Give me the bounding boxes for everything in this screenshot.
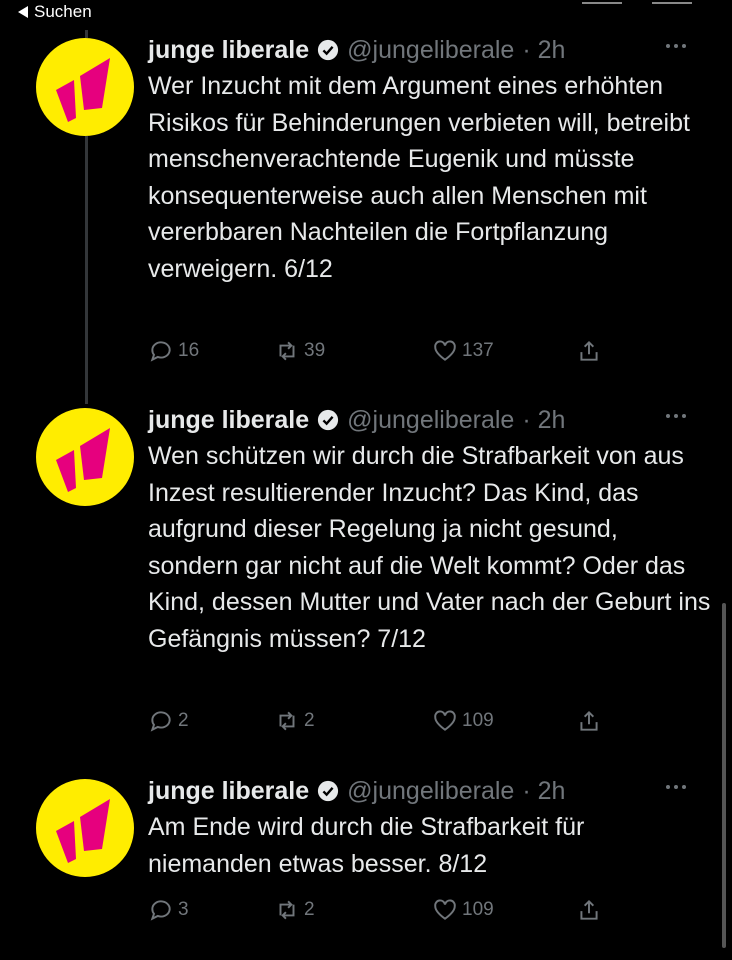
like-icon bbox=[434, 899, 456, 920]
verified-icon bbox=[318, 780, 339, 802]
signal-icon bbox=[582, 0, 622, 4]
tweet-actions: 2 2 109 bbox=[148, 708, 608, 740]
share-icon bbox=[580, 340, 598, 361]
like-icon bbox=[434, 340, 456, 361]
avatar[interactable] bbox=[36, 408, 134, 506]
reply-icon bbox=[150, 341, 171, 362]
retweet-count: 39 bbox=[304, 340, 326, 361]
reply-button[interactable]: 16 bbox=[148, 338, 199, 364]
more-icon[interactable] bbox=[666, 785, 686, 789]
author-name[interactable]: junge liberale bbox=[148, 777, 309, 806]
tweet-time: · 2h bbox=[522, 405, 566, 434]
retweet-button[interactable]: 39 bbox=[274, 338, 325, 364]
tweet-text: Wer Inzucht mit dem Argument eines erhöh… bbox=[148, 72, 690, 283]
like-count: 109 bbox=[462, 710, 494, 731]
jungeliberale-logo-icon bbox=[56, 58, 110, 122]
back-arrow-icon bbox=[18, 6, 28, 18]
tweet-body: junge liberale @jungeliberale · 2h Wen s… bbox=[148, 404, 712, 657]
reply-button[interactable]: 2 bbox=[148, 708, 189, 734]
tweet-body: junge liberale @jungeliberale · 2h Wer I… bbox=[148, 34, 712, 287]
thread-line bbox=[85, 136, 88, 404]
share-icon bbox=[580, 710, 598, 731]
reply-count: 2 bbox=[178, 710, 189, 731]
tweet-body: junge liberale @jungeliberale · 2h Am En… bbox=[148, 775, 712, 882]
author-handle[interactable]: @jungeliberale bbox=[347, 777, 514, 806]
retweet-icon bbox=[279, 711, 295, 731]
avatar[interactable] bbox=[36, 779, 134, 877]
author-handle[interactable]: @jungeliberale bbox=[347, 36, 514, 65]
verified-icon bbox=[318, 39, 339, 61]
like-button[interactable]: 137 bbox=[432, 338, 494, 364]
reply-count: 16 bbox=[178, 340, 200, 361]
tweet-header: junge liberale @jungeliberale · 2h bbox=[148, 775, 712, 807]
author-name[interactable]: junge liberale bbox=[148, 406, 309, 435]
share-button[interactable] bbox=[576, 897, 602, 923]
tweet-time: · 2h bbox=[522, 776, 566, 805]
retweet-button[interactable]: 2 bbox=[274, 897, 315, 923]
tweet-header: junge liberale @jungeliberale · 2h bbox=[148, 34, 712, 66]
reply-icon bbox=[150, 711, 171, 732]
retweet-count: 2 bbox=[304, 710, 315, 731]
like-icon bbox=[434, 710, 456, 731]
like-count: 137 bbox=[462, 340, 494, 361]
status-bar: Suchen bbox=[0, 0, 732, 26]
back-label: Suchen bbox=[34, 2, 92, 21]
tweet-actions: 3 2 109 bbox=[148, 897, 608, 929]
tweet-actions: 16 39 137 bbox=[148, 338, 608, 370]
like-button[interactable]: 109 bbox=[432, 708, 494, 734]
tweet-time: · 2h bbox=[522, 35, 566, 64]
share-button[interactable] bbox=[576, 708, 602, 734]
retweet-icon bbox=[279, 341, 295, 361]
reply-icon bbox=[150, 900, 171, 921]
avatar[interactable] bbox=[36, 38, 134, 136]
author-name[interactable]: junge liberale bbox=[148, 36, 309, 65]
retweet-icon bbox=[279, 900, 295, 920]
thread-line bbox=[85, 30, 88, 38]
tweet-header: junge liberale @jungeliberale · 2h bbox=[148, 404, 712, 436]
tweet-text: Wen schützen wir durch die Strafbarkeit … bbox=[148, 442, 711, 653]
reply-count: 3 bbox=[178, 899, 189, 920]
more-icon[interactable] bbox=[666, 414, 686, 418]
back-button[interactable]: Suchen bbox=[18, 2, 92, 22]
status-icons bbox=[582, 0, 692, 4]
verified-icon bbox=[318, 409, 339, 431]
reply-button[interactable]: 3 bbox=[148, 897, 189, 923]
battery-icon bbox=[652, 0, 692, 4]
like-count: 109 bbox=[462, 899, 494, 920]
share-button[interactable] bbox=[576, 338, 602, 364]
share-icon bbox=[580, 899, 598, 920]
jungeliberale-logo-icon bbox=[56, 799, 110, 863]
tweet-text: Am Ende wird durch die Strafbarkeit für … bbox=[148, 813, 585, 878]
author-handle[interactable]: @jungeliberale bbox=[347, 406, 514, 435]
retweet-count: 2 bbox=[304, 899, 315, 920]
scrollbar[interactable] bbox=[722, 603, 726, 948]
retweet-button[interactable]: 2 bbox=[274, 708, 315, 734]
like-button[interactable]: 109 bbox=[432, 897, 494, 923]
more-icon[interactable] bbox=[666, 44, 686, 48]
jungeliberale-logo-icon bbox=[56, 428, 110, 492]
